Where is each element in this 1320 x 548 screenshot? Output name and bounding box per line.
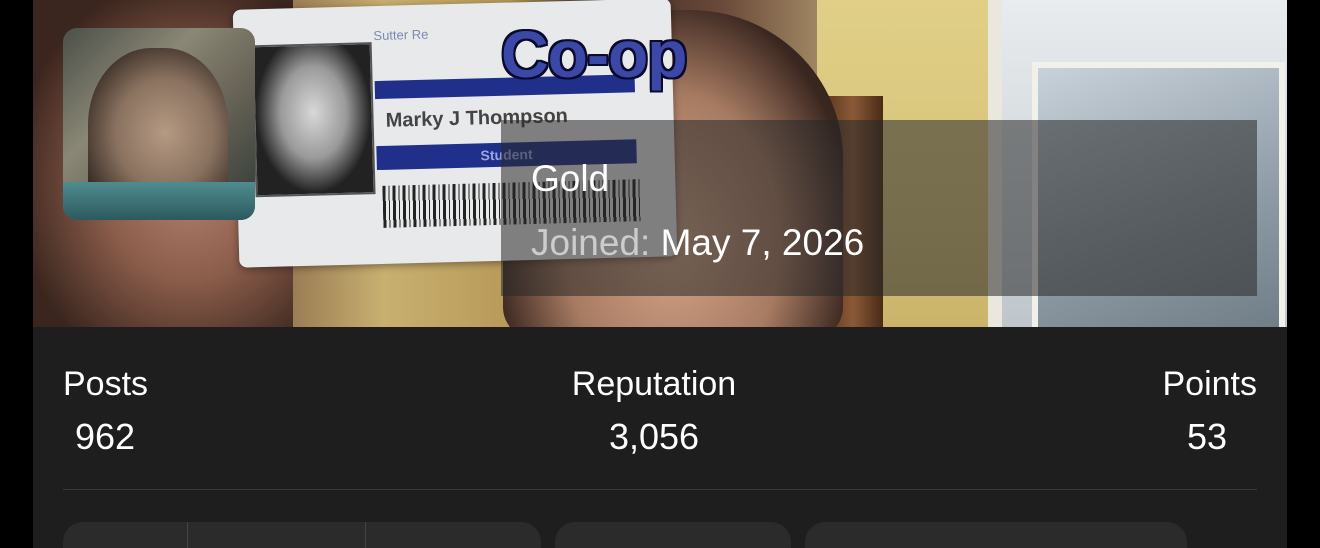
action-button-2[interactable] [555, 522, 791, 548]
stat-points[interactable]: Points 53 [1163, 365, 1258, 458]
stat-reputation[interactable]: Reputation 3,056 [566, 365, 742, 458]
divider [63, 489, 1257, 490]
stat-posts-label: Posts [63, 365, 149, 403]
profile-info-panel: Gold Joined: May 7, 2026 [501, 120, 1257, 296]
member-rank: Gold [531, 158, 610, 199]
avatar[interactable] [63, 28, 255, 220]
stat-points-label: Points [1162, 365, 1258, 403]
joined-date: Joined: May 7, 2026 [531, 222, 864, 264]
profile-stats: Posts 962 Reputation 3,056 Points 53 [33, 327, 1287, 491]
action-button-3[interactable] [805, 522, 1187, 548]
action-group-1[interactable] [63, 522, 541, 548]
stat-points-value: 53 [1186, 416, 1227, 457]
stat-reputation-value: 3,056 [608, 416, 700, 457]
cover-photo: Sutter Re Marky J Thompson Student Co-op… [33, 0, 1287, 327]
username: Co-op [501, 17, 688, 91]
joined-label: Joined: [531, 222, 651, 263]
profile-card: Sutter Re Marky J Thompson Student Co-op… [33, 0, 1287, 548]
stat-posts[interactable]: Posts 962 [63, 365, 148, 458]
stat-posts-value: 962 [75, 416, 136, 457]
joined-value: May 7, 2026 [660, 222, 865, 263]
stat-reputation-label: Reputation [571, 365, 737, 403]
